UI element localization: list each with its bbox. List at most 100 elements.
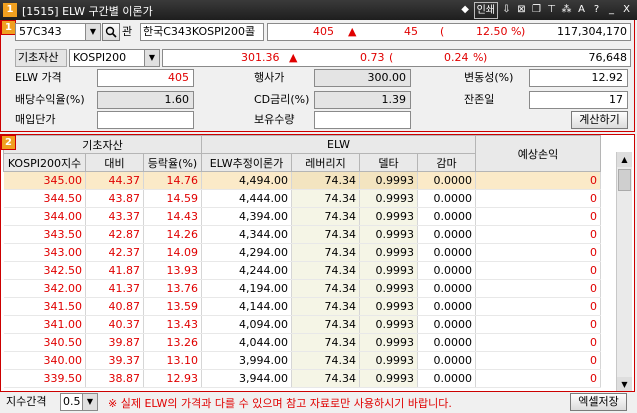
interval-value: 0.5 (63, 395, 81, 408)
col-header-delta: 델타 (359, 153, 418, 172)
col-header-gamma: 감마 (417, 153, 476, 172)
cell-change-pct: 13.26 (143, 333, 202, 352)
table-row[interactable]: 340.00 39.37 13.10 3,994.00 74.34 0.9993 0.000… (3, 351, 601, 370)
elw-price-field[interactable]: 405 (97, 69, 194, 87)
chevron-down-icon[interactable]: ▼ (85, 24, 100, 40)
table-row[interactable]: 344.50 43.87 14.59 4,444.00 74.34 0.9993 0.000… (3, 189, 601, 208)
scroll-down-icon[interactable]: ▼ (617, 377, 632, 391)
remaining-days-label: 잔존일 (464, 93, 495, 106)
cell-expected-pl: 0 (475, 279, 601, 298)
copy-icon[interactable]: ❐ (530, 2, 543, 17)
buy-price-field[interactable] (97, 111, 194, 129)
cell-expected-pl: 0 (475, 315, 601, 334)
cell-change: 42.37 (85, 243, 144, 262)
table-row[interactable]: 341.00 40.37 13.43 4,094.00 74.34 0.9993 0.000… (3, 315, 601, 334)
cell-delta: 0.9993 (359, 243, 418, 262)
up-arrow-icon: ▲ (348, 25, 357, 38)
cell-theory-price: 3,994.00 (201, 351, 292, 370)
print-button[interactable]: 인쇄 (473, 2, 498, 19)
buy-price-label: 매입단가 (15, 113, 56, 126)
holding-qty-field[interactable] (314, 111, 411, 129)
cell-change-pct: 14.76 (143, 171, 202, 190)
cell-leverage: 74.34 (291, 333, 360, 352)
cell-gamma: 0.0000 (417, 189, 476, 208)
up-arrow-icon: ▲ (289, 51, 298, 64)
close-icon[interactable]: X (620, 2, 633, 17)
col-header-leverage: 레버리지 (291, 153, 360, 172)
cell-delta: 0.9993 (359, 171, 418, 190)
table-row[interactable]: 345.00 44.37 14.76 4,494.00 74.34 0.9993 0.000… (3, 171, 601, 190)
underlying-quote-box: 301.36 ▲ 0.73 ( 0.24 % ) 76,648 (162, 49, 631, 67)
interval-combo[interactable]: 0.5 ▼ (60, 393, 98, 411)
chevron-down-icon[interactable]: ▼ (82, 394, 97, 410)
search-button[interactable] (102, 23, 120, 41)
dividend-label: 배당수익율(%) (15, 93, 85, 106)
elw-quote-box: 405 ▲ 45 ( 12.50 % ) 117,304,170 (267, 23, 631, 41)
table-row[interactable]: 343.50 42.87 14.26 4,344.00 74.34 0.9993 0.000… (3, 225, 601, 244)
link-icon[interactable]: ◆ (459, 2, 472, 17)
box-icon[interactable]: ⊠ (515, 2, 528, 17)
underlying-price: 301.36 (241, 51, 280, 64)
underlying-value: KOSPI200 (73, 51, 127, 64)
settings-icon[interactable]: ⁂ (560, 2, 573, 17)
underlying-change: 0.73 (360, 51, 385, 64)
table-row[interactable]: 343.00 42.37 14.09 4,294.00 74.34 0.9993 0.000… (3, 243, 601, 262)
elw-price: 405 (313, 25, 334, 38)
window-tools: ◆ 인쇄 ⇩ ⊠ ❐ ⊤ ⁂ A ? _ X (459, 2, 633, 19)
excel-save-button[interactable]: 엑셀저장 (570, 393, 627, 411)
minimize-icon[interactable]: _ (605, 2, 618, 17)
cell-leverage: 74.34 (291, 171, 360, 190)
cell-theory-price: 4,044.00 (201, 333, 292, 352)
cell-change: 39.87 (85, 333, 144, 352)
cell-gamma: 0.0000 (417, 171, 476, 190)
input-panel: 1 57C343 ▼ 관 한국C343KOSPI200콜 405 ▲ 45 ( … (0, 20, 635, 132)
cell-expected-pl: 0 (475, 297, 601, 316)
cell-theory-price: 3,944.00 (201, 369, 292, 388)
cell-leverage: 74.34 (291, 297, 360, 316)
help-icon[interactable]: ? (590, 2, 603, 17)
vertical-scrollbar[interactable]: ▲ ▼ (616, 152, 632, 391)
cell-expected-pl: 0 (475, 261, 601, 280)
cell-theory-price: 4,494.00 (201, 171, 292, 190)
ne-toggle[interactable]: 관 (122, 23, 132, 41)
download-icon[interactable]: ⇩ (500, 2, 513, 17)
cell-theory-price: 4,394.00 (201, 207, 292, 226)
scroll-up-icon[interactable]: ▲ (617, 152, 632, 167)
cell-index: 345.00 (3, 171, 86, 190)
code-combo[interactable]: 57C343 ▼ (15, 23, 101, 41)
cell-expected-pl: 0 (475, 225, 601, 244)
cell-index: 342.50 (3, 261, 86, 280)
table-row[interactable]: 344.00 43.37 14.43 4,394.00 74.34 0.9993 0.000… (3, 207, 601, 226)
elw-price-label: ELW 가격 (15, 71, 62, 84)
window-titlebar: 1 [1515] ELW 구간별 이론가 ◆ 인쇄 ⇩ ⊠ ❐ ⊤ ⁂ A ? … (0, 0, 637, 20)
chevron-down-icon[interactable]: ▼ (144, 50, 159, 66)
underlying-combo[interactable]: KOSPI200 ▼ (69, 49, 160, 67)
cell-change-pct: 13.43 (143, 315, 202, 334)
col-header-expected-pl: 예상손익 (475, 135, 601, 172)
scroll-thumb[interactable] (618, 169, 631, 191)
cell-leverage: 74.34 (291, 369, 360, 388)
table-row[interactable]: 340.50 39.87 13.26 4,044.00 74.34 0.9993 0.000… (3, 333, 601, 352)
cell-index: 342.00 (3, 279, 86, 298)
font-icon[interactable]: A (575, 2, 588, 17)
panel-1-marker: 1 (1, 20, 16, 35)
cell-theory-price: 4,094.00 (201, 315, 292, 334)
table-row[interactable]: 341.50 40.87 13.59 4,144.00 74.34 0.9993 0.000… (3, 297, 601, 316)
cell-delta: 0.9993 (359, 315, 418, 334)
cell-expected-pl: 0 (475, 171, 601, 190)
table-row[interactable]: 342.00 41.37 13.76 4,194.00 74.34 0.9993 0.000… (3, 279, 601, 298)
pin-icon[interactable]: ⊤ (545, 2, 558, 17)
cell-index: 344.50 (3, 189, 86, 208)
cell-index: 344.00 (3, 207, 86, 226)
table-row[interactable]: 339.50 38.87 12.93 3,944.00 74.34 0.9993 0.000… (3, 369, 601, 388)
cell-expected-pl: 0 (475, 189, 601, 208)
volatility-field[interactable]: 12.92 (529, 69, 628, 87)
col-header-change-pct: 등락율(%) (143, 153, 202, 172)
calculate-button[interactable]: 계산하기 (571, 111, 628, 129)
remaining-days-field[interactable]: 17 (529, 91, 628, 109)
cell-expected-pl: 0 (475, 207, 601, 226)
cell-delta: 0.9993 (359, 279, 418, 298)
window-title: [1515] ELW 구간별 이론가 (22, 5, 153, 18)
panel-2-marker: 2 (1, 135, 16, 150)
table-row[interactable]: 342.50 41.87 13.93 4,244.00 74.34 0.9993 0.000… (3, 261, 601, 280)
